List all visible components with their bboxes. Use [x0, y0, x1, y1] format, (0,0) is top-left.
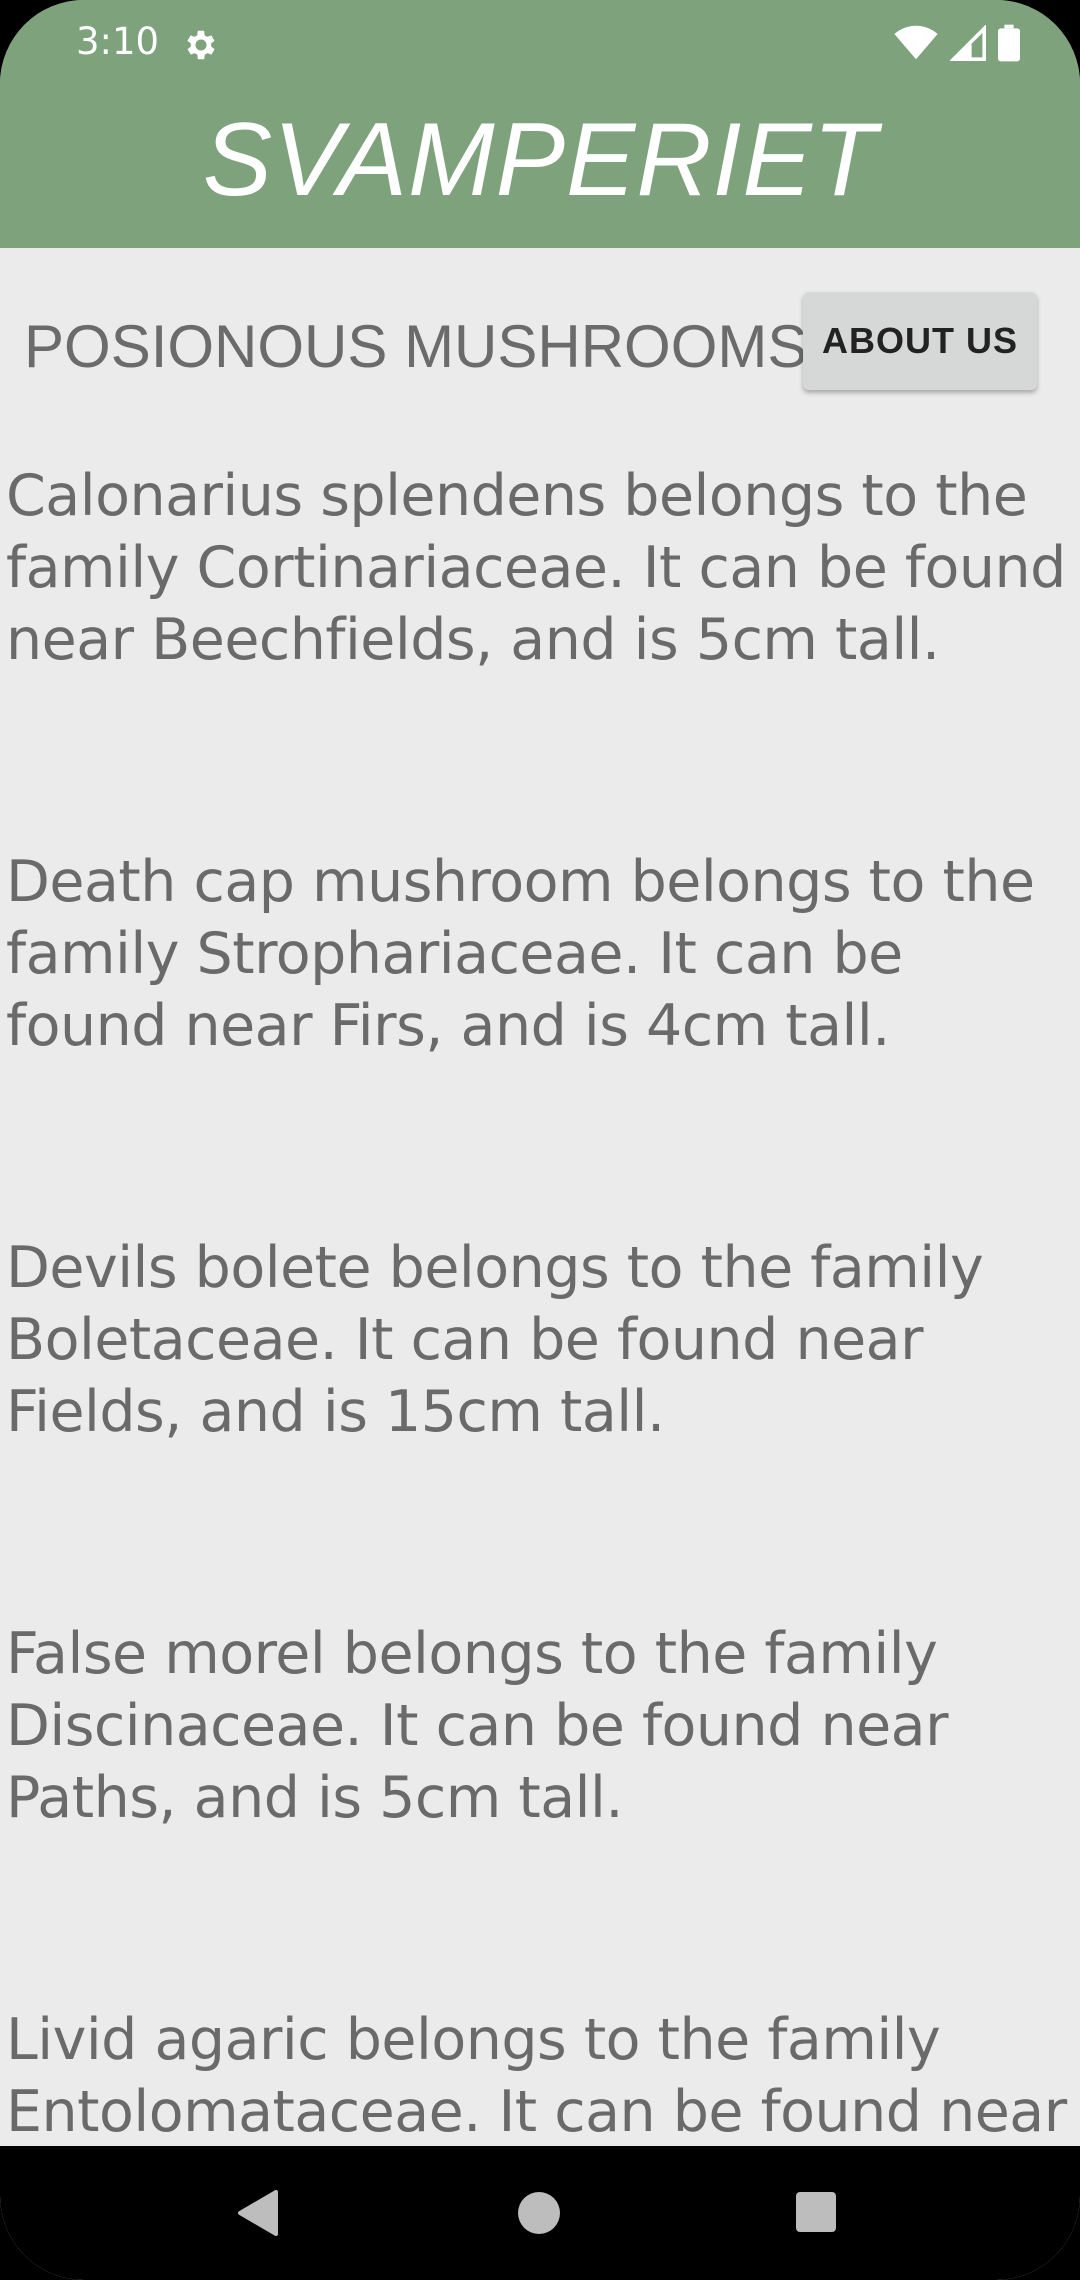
back-icon[interactable]: [236, 2190, 280, 2236]
about-us-button[interactable]: ABOUT US: [803, 292, 1037, 390]
status-time: 3:10: [76, 20, 160, 63]
section-row: POSIONOUS MUSHROOMS ABOUT US: [0, 290, 1080, 400]
status-bar: 3:10: [0, 0, 1080, 88]
wifi-icon: [894, 25, 938, 66]
app-screen: 3:10 SVAMPERIET POSIONOUS MUSHROOMS ABOU…: [0, 0, 1080, 2280]
app-header: 3:10 SVAMPERIET: [0, 0, 1080, 248]
status-icons: [894, 24, 1020, 67]
battery-icon: [998, 24, 1020, 67]
navigation-bar: [0, 2146, 1080, 2280]
list-item[interactable]: Devils bolete belongs to the family Bole…: [0, 1232, 1080, 1448]
app-title: SVAMPERIET: [202, 102, 878, 218]
mushroom-list[interactable]: Calonarius splendens belongs to the fami…: [0, 460, 1080, 2146]
list-item[interactable]: Livid agaric belongs to the family Entol…: [0, 2004, 1080, 2146]
list-item[interactable]: False morel belongs to the family Discin…: [0, 1618, 1080, 1834]
gear-icon: [182, 26, 220, 64]
section-title: POSIONOUS MUSHROOMS: [24, 313, 808, 380]
recents-icon[interactable]: [796, 2192, 836, 2232]
list-item[interactable]: Death cap mushroom belongs to the family…: [0, 846, 1080, 1062]
home-icon[interactable]: [518, 2192, 560, 2234]
list-item[interactable]: Calonarius splendens belongs to the fami…: [0, 460, 1080, 676]
signal-icon: [949, 24, 986, 66]
